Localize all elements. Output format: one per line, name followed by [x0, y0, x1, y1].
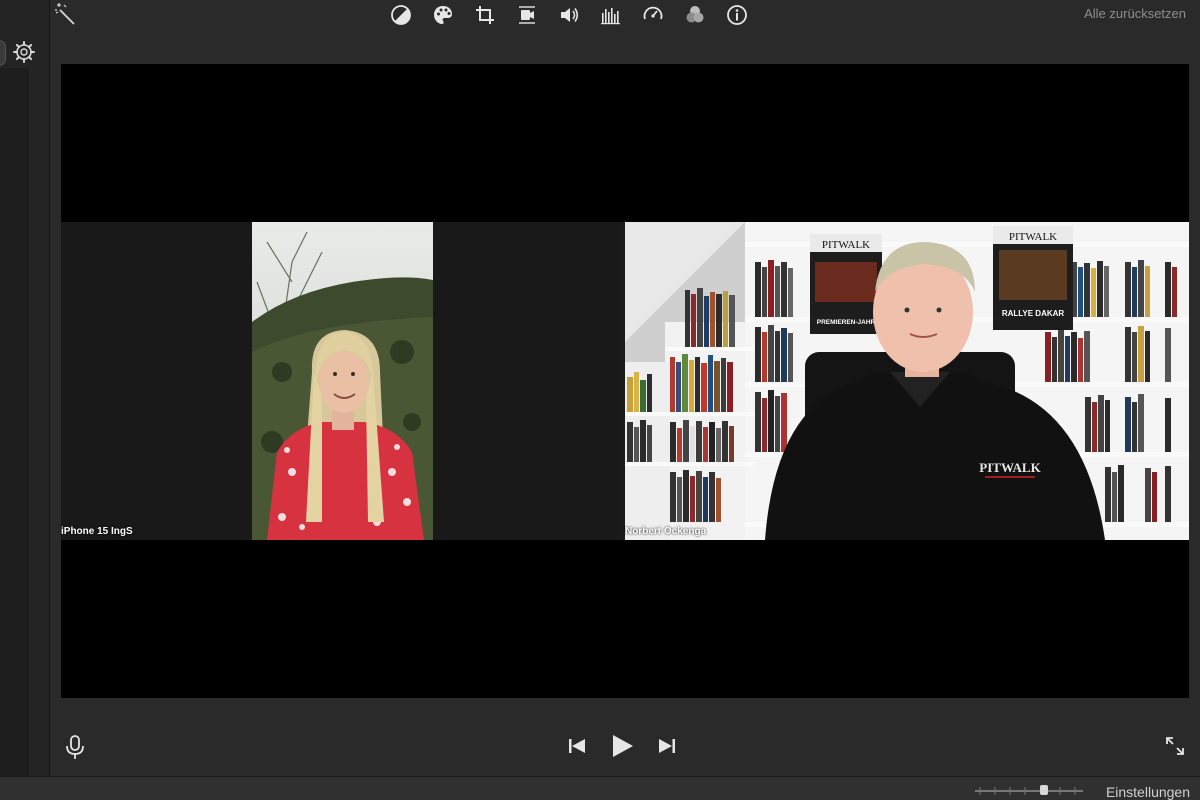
transport-controls — [567, 733, 677, 759]
skip-forward-icon — [659, 739, 675, 753]
skip-back-icon — [569, 739, 585, 753]
magazine-headline-left: PREMIEREN-JAHR — [817, 319, 876, 326]
crop-button[interactable] — [472, 2, 498, 28]
participant-name-label: Norbert Ockenga — [625, 526, 707, 537]
skip-forward-button[interactable] — [657, 737, 677, 755]
gear-icon[interactable] — [12, 40, 36, 64]
info-button[interactable] — [724, 2, 750, 28]
participant-tile-right: PITWALK PREMIEREN-JAHR PITWALK RALLYE DA… — [625, 222, 1189, 540]
volume-button[interactable] — [556, 2, 582, 28]
stabilization-icon — [519, 6, 535, 24]
video-viewer: iPhone 15 IngS PITWALK PREMIEREN-JAHR PI… — [61, 64, 1189, 698]
info-icon — [727, 5, 747, 25]
play-icon — [613, 735, 633, 757]
zoom-slider[interactable] — [975, 785, 1083, 795]
bottom-status-bar: Einstellungen — [0, 776, 1200, 800]
play-button[interactable] — [609, 733, 635, 759]
speed-icon — [643, 6, 663, 20]
color-balance-icon — [391, 5, 411, 25]
color-balance-button[interactable] — [388, 2, 414, 28]
video-frame: iPhone 15 IngS PITWALK PREMIEREN-JAHR PI… — [61, 222, 1189, 540]
magazine-headline-right: RALLYE DAKAR — [1002, 309, 1065, 318]
shirt-logo: PITWALK — [979, 460, 1041, 475]
filter-button[interactable] — [682, 2, 708, 28]
crop-icon — [476, 6, 494, 24]
equalizer-icon — [601, 8, 620, 25]
microphone-icon[interactable] — [64, 734, 86, 760]
color-palette-icon — [434, 6, 452, 24]
participant-name-label: iPhone 15 IngS — [61, 526, 133, 537]
fullscreen-icon[interactable] — [1164, 735, 1186, 757]
volume-icon — [561, 8, 579, 22]
skip-back-button[interactable] — [567, 737, 587, 755]
participant-tile-left: iPhone 15 IngS — [61, 222, 621, 540]
stabilization-button[interactable] — [514, 2, 540, 28]
filter-icon — [686, 6, 704, 23]
equalizer-button[interactable] — [598, 2, 624, 28]
magazine-title-right: PITWALK — [1009, 231, 1057, 243]
speed-button[interactable] — [640, 2, 666, 28]
settings-button[interactable]: Einstellungen — [1106, 784, 1190, 800]
left-sidebar — [0, 0, 50, 776]
magazine-title-left: PITWALK — [822, 239, 870, 251]
participant-video-man: PITWALK PREMIEREN-JAHR PITWALK RALLYE DA… — [625, 222, 1189, 540]
color-correction-button[interactable] — [430, 2, 456, 28]
sidebar-panel — [0, 68, 28, 776]
slider-handle[interactable] — [1040, 785, 1048, 795]
participant-video-woman — [252, 222, 433, 540]
editor-toolbar — [388, 2, 750, 28]
sidebar-toggle[interactable] — [0, 40, 6, 66]
magic-wand-icon[interactable] — [54, 2, 78, 26]
reset-all-button[interactable]: Alle zurücksetzen — [1084, 6, 1186, 21]
